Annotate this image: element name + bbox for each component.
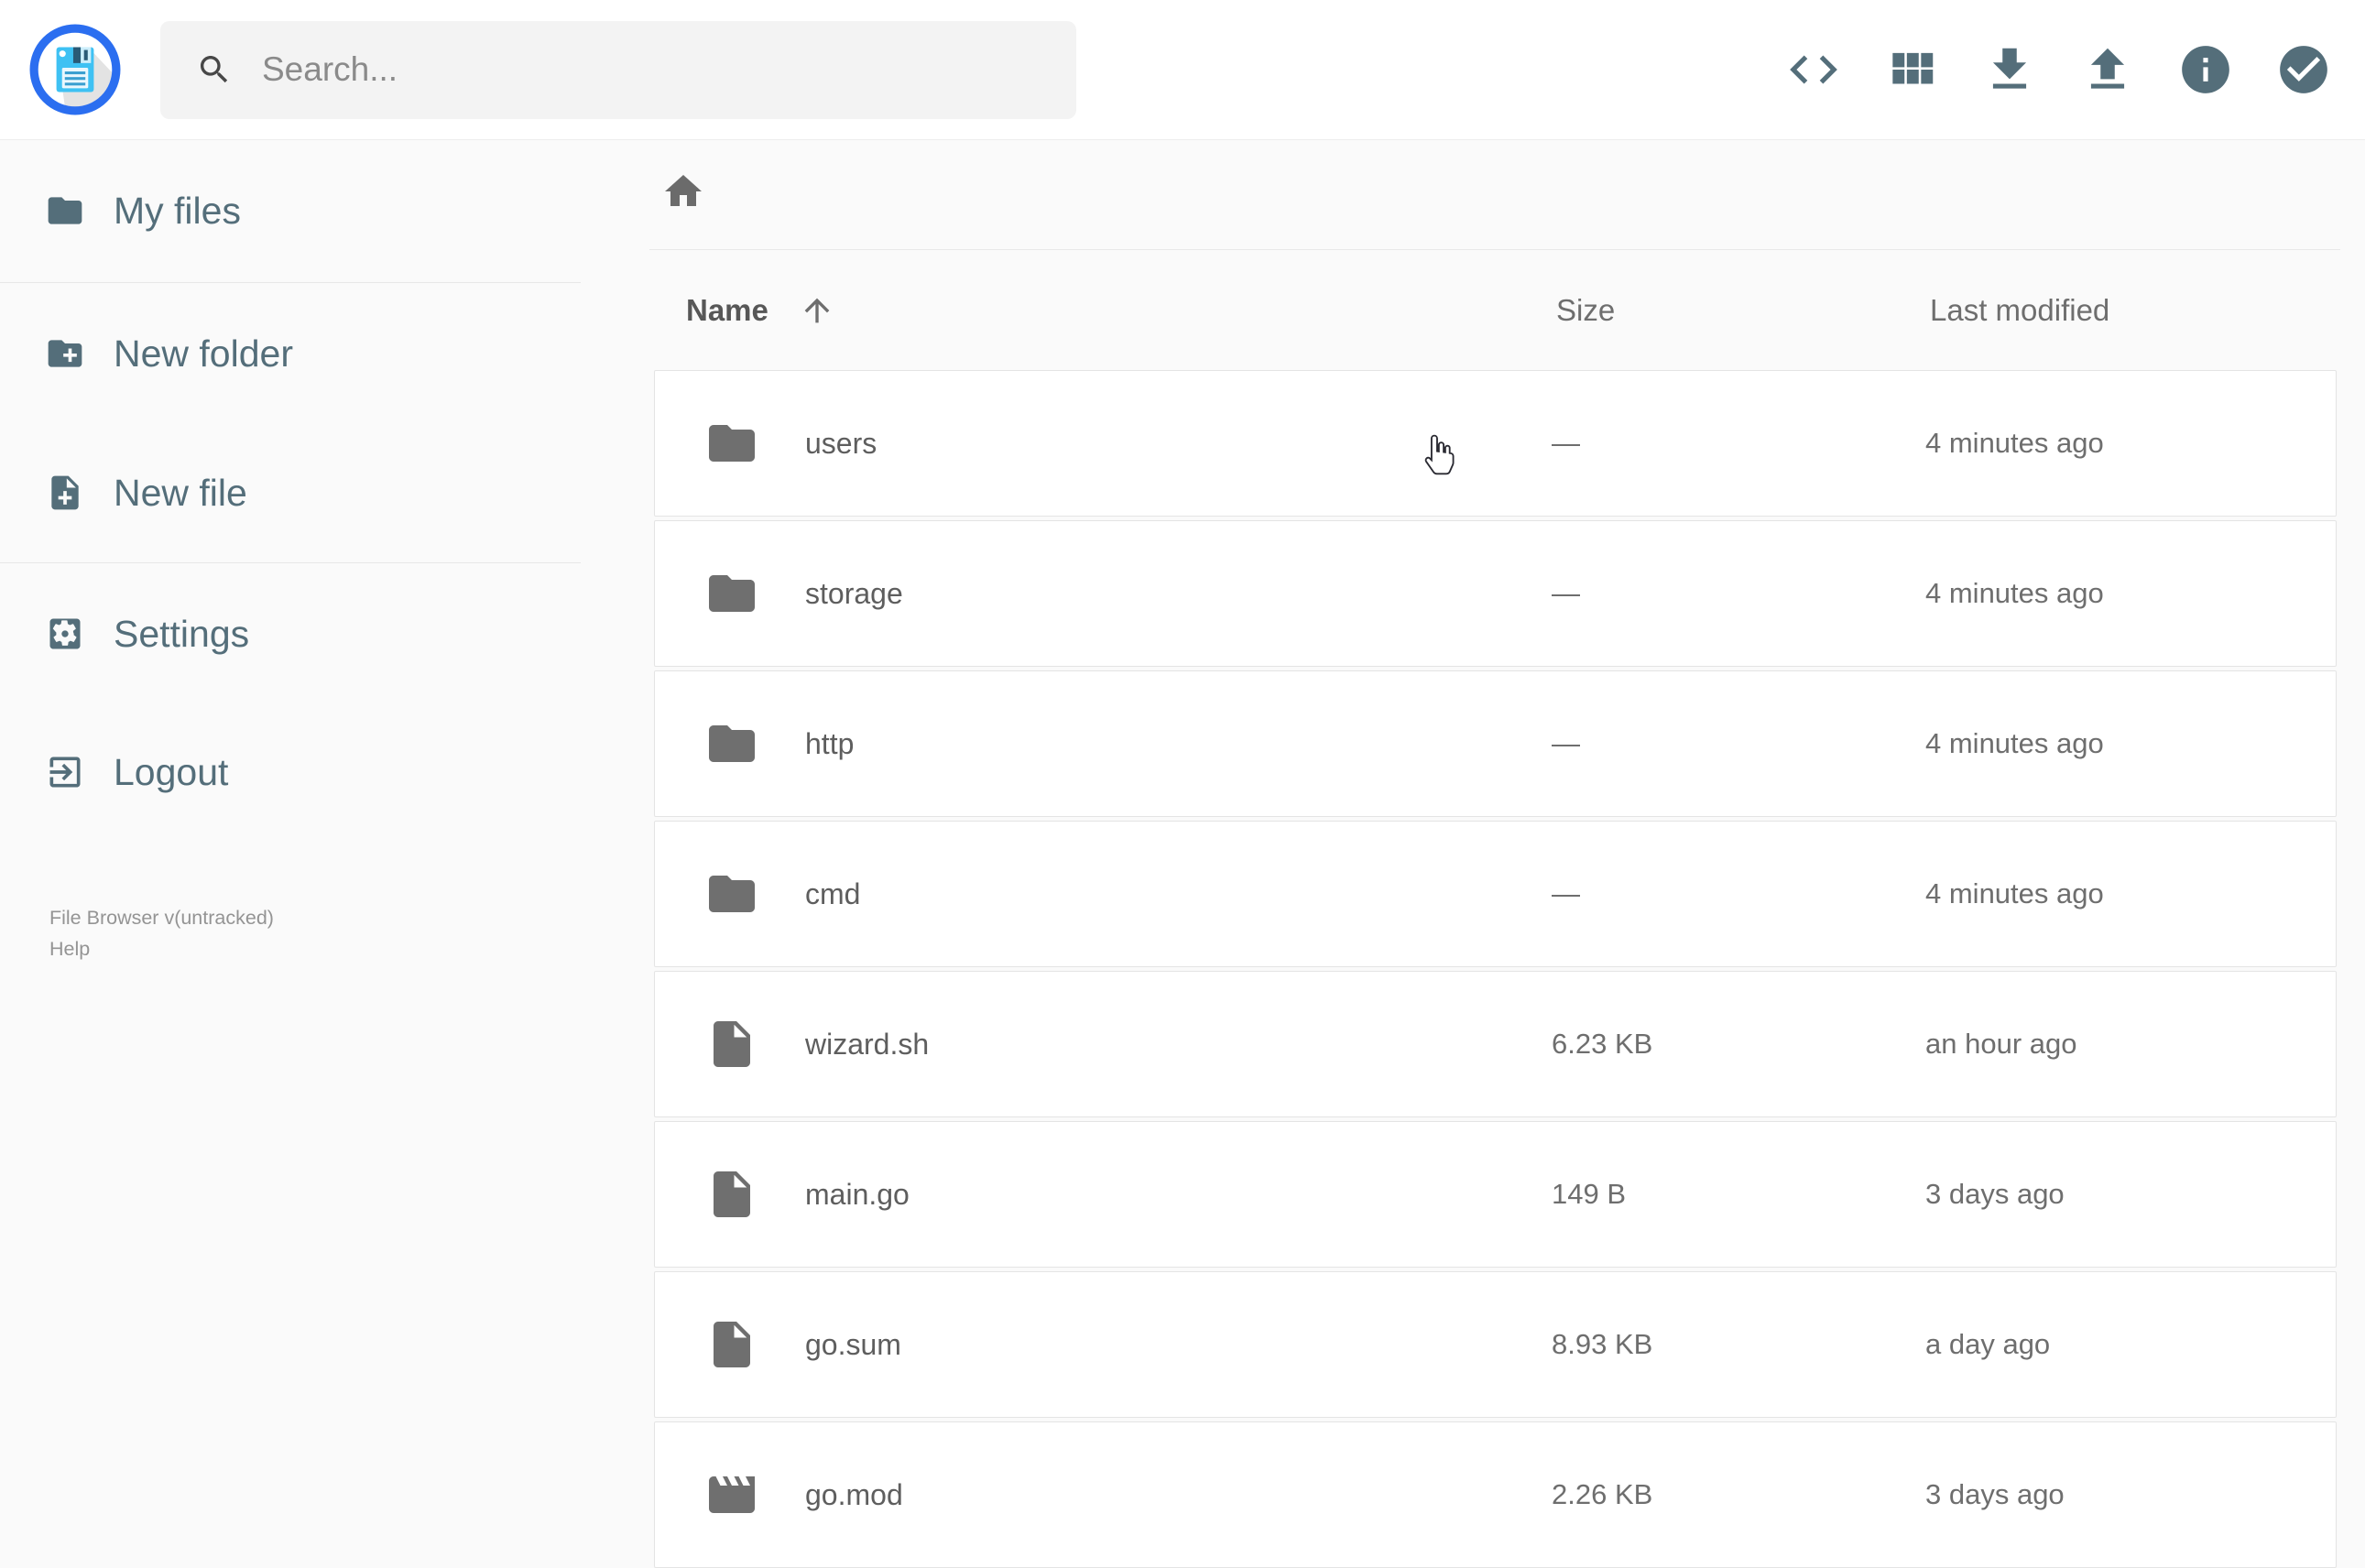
listing-header: Name Size Last modified (649, 250, 2340, 370)
file-icon (714, 1322, 750, 1367)
listing-rows: users — 4 minutes ago storage — 4 minute… (654, 370, 2337, 1568)
info-button[interactable] (2177, 41, 2234, 98)
table-row-main-go[interactable]: main.go 149 B 3 days ago (654, 1121, 2337, 1268)
search-bar[interactable] (160, 20, 1076, 119)
column-header-modified[interactable]: Last modified (1930, 293, 2340, 328)
select-multiple-button[interactable] (2275, 41, 2332, 98)
file-name: http (805, 726, 855, 760)
file-name: storage (805, 576, 903, 610)
search-input[interactable] (260, 49, 1015, 90)
movie-icon (709, 1476, 755, 1513)
file-listing-area: Name Size Last modified users — 4 minute… (581, 139, 2365, 1568)
sort-ascending-icon (804, 298, 830, 322)
file-size: 149 B (1552, 1178, 1627, 1210)
check-circle-icon (2280, 46, 2327, 93)
sidebar-divider (0, 282, 581, 283)
sidebar-item-new-file[interactable]: New file (0, 452, 581, 534)
file-modified: 4 minutes ago (1925, 727, 2104, 759)
raw-view-button[interactable] (1785, 41, 1842, 98)
file-modified: 3 days ago (1925, 1478, 2065, 1510)
upload-button[interactable] (2079, 41, 2136, 98)
table-row-wizard-sh[interactable]: wizard.sh 6.23 KB an hour ago (654, 971, 2337, 1117)
sidebar-item-label: Settings (114, 612, 250, 655)
sidebar-item-settings[interactable]: Settings (0, 593, 581, 675)
table-row-go-mod[interactable]: go.mod 2.26 KB 3 days ago (654, 1421, 2337, 1568)
table-row-users[interactable]: users — 4 minutes ago (654, 370, 2337, 517)
file-name: go.sum (805, 1327, 901, 1361)
folder-icon (709, 876, 755, 912)
filebrowser-logo[interactable] (28, 23, 122, 116)
sidebar-divider (0, 562, 581, 563)
file-size: — (1552, 427, 1580, 459)
search-icon (201, 56, 228, 83)
topbar-actions (1785, 41, 2332, 98)
table-row-cmd[interactable]: cmd — 4 minutes ago (654, 821, 2337, 967)
sidebar-item-label: My files (114, 189, 241, 232)
sidebar-item-label: New file (114, 471, 247, 514)
file-modified: an hour ago (1925, 1028, 2077, 1060)
sidebar-item-new-folder[interactable]: New folder (0, 312, 581, 395)
file-name: cmd (805, 877, 861, 910)
table-row-go-sum[interactable]: go.sum 8.93 KB a day ago (654, 1271, 2337, 1418)
file-name: wizard.sh (805, 1027, 930, 1061)
file-modified: 3 days ago (1925, 1178, 2065, 1210)
table-row-http[interactable]: http — 4 minutes ago (654, 670, 2337, 817)
file-modified: 4 minutes ago (1925, 427, 2104, 459)
top-bar (0, 0, 2365, 140)
folder-icon (709, 725, 755, 762)
sidebar-item-label: New folder (114, 332, 293, 375)
switch-view-button[interactable] (1883, 41, 1940, 98)
sidebar-item-label: Logout (114, 750, 229, 793)
file-size: — (1552, 727, 1580, 759)
file-name: users (805, 426, 877, 460)
file-plus-icon (51, 475, 79, 510)
file-modified: 4 minutes ago (1925, 577, 2104, 609)
upload-icon (2090, 48, 2125, 89)
file-name: main.go (805, 1177, 910, 1211)
settings-icon (49, 618, 81, 649)
breadcrumb (649, 139, 2340, 250)
app-version-text: File Browser v(untracked) (49, 907, 274, 929)
file-size: — (1552, 877, 1580, 909)
sidebar-item-my-files[interactable]: My files (0, 169, 581, 252)
file-size: 2.26 KB (1552, 1478, 1653, 1510)
file-name: go.mod (805, 1477, 903, 1511)
home-button[interactable] (661, 169, 705, 213)
sidebar: My files New folder New file Settings Lo… (0, 139, 581, 1520)
column-header-size[interactable]: Size (1556, 293, 1930, 328)
file-size: 6.23 KB (1552, 1028, 1653, 1060)
download-icon (1992, 48, 2027, 89)
download-button[interactable] (1981, 41, 2038, 98)
folder-icon (48, 197, 82, 224)
table-row-storage[interactable]: storage — 4 minutes ago (654, 520, 2337, 667)
sidebar-item-logout[interactable]: Logout (0, 731, 581, 813)
home-icon (665, 175, 702, 206)
file-size: — (1552, 577, 1580, 609)
file-icon (714, 1171, 750, 1217)
sidebar-credits: File Browser v(untracked) Help (0, 902, 581, 964)
folder-plus-icon (48, 340, 82, 367)
file-size: 8.93 KB (1552, 1328, 1653, 1360)
file-modified: 4 minutes ago (1925, 877, 2104, 909)
file-icon (714, 1021, 750, 1067)
folder-icon (709, 575, 755, 612)
grid-view-icon (1892, 52, 1934, 84)
folder-icon (709, 425, 755, 462)
logout-icon (49, 757, 81, 788)
column-header-name[interactable]: Name (649, 292, 1556, 329)
info-icon (2182, 46, 2229, 93)
file-modified: a day ago (1925, 1328, 2051, 1360)
code-icon (1790, 55, 1837, 84)
help-link[interactable]: Help (49, 933, 90, 964)
